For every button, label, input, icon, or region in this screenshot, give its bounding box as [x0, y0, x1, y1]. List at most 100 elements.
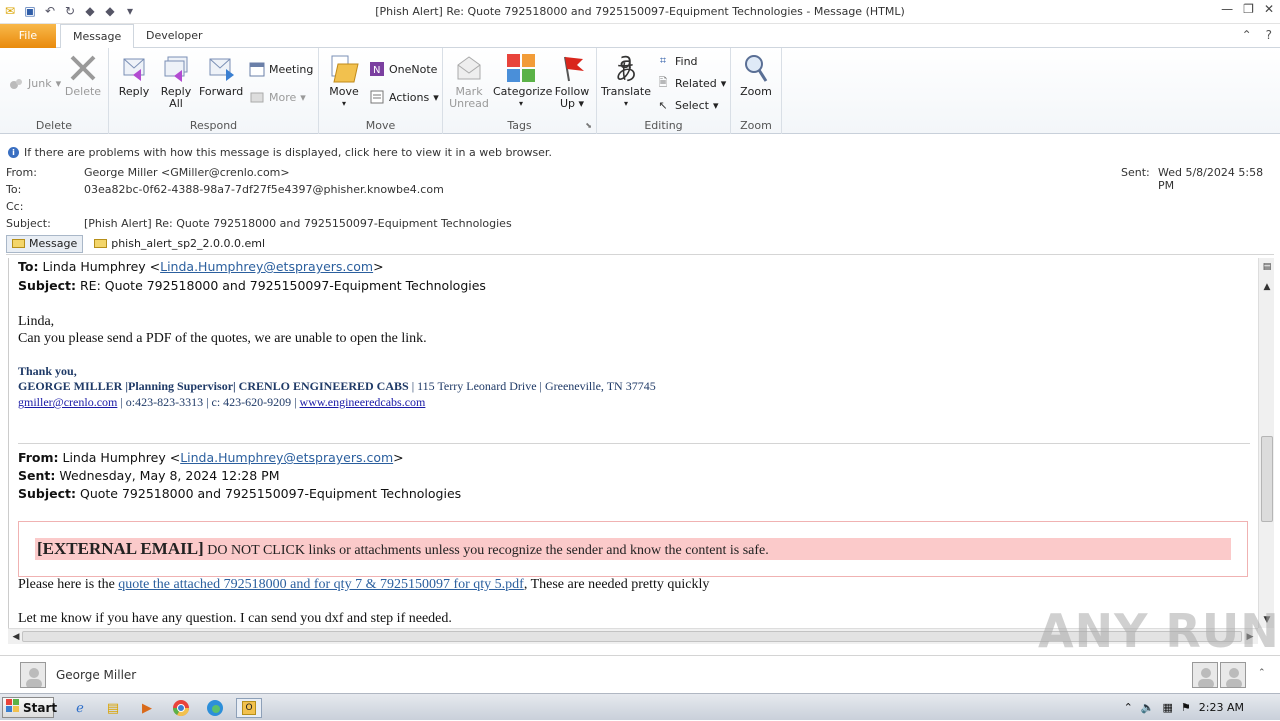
onenote-button[interactable]: N OneNote	[369, 60, 437, 78]
minimize-icon[interactable]: —	[1221, 2, 1233, 16]
title-bar: ✉ ▣ ↶ ↻ ◆ ◆ ▾ [Phish Alert] Re: Quote 79…	[0, 0, 1280, 24]
media-player-icon[interactable]: ▶	[137, 698, 157, 718]
taskbar: Start ℯ ▤ ▶ O ⌃ 🔈 ▦ ⚑ 2:23 AM	[0, 693, 1280, 720]
related-icon: 🗎	[658, 75, 668, 89]
eml-attachment[interactable]: phish_alert_sp2_2.0.0.0.eml	[89, 235, 270, 253]
group-delete: Junk ▾ Delete Delete	[0, 48, 109, 134]
signature-email-link[interactable]: gmiller@crenlo.com	[18, 395, 117, 409]
meeting-button[interactable]: Meeting	[249, 60, 313, 78]
info-bar[interactable]: i If there are problems with how this me…	[0, 144, 1280, 160]
find-button[interactable]: ⌗ Find	[655, 52, 698, 70]
find-binoculars-icon: ⌗	[659, 54, 667, 67]
chrome-icon[interactable]	[171, 698, 191, 718]
action-center-flag-icon[interactable]: ⚑	[1181, 701, 1191, 714]
body-subject-line: Subject: RE: Quote 792518000 and 7925150…	[18, 278, 486, 293]
select-button[interactable]: ↖ Select ▾	[655, 96, 718, 114]
window-controls: — ❐ ✕	[1221, 2, 1274, 16]
reply-icon	[118, 52, 150, 84]
window-title: [Phish Alert] Re: Quote 792518000 and 79…	[375, 5, 905, 18]
group-move: Move ▾ N OneNote Actions ▾ Move	[319, 48, 443, 134]
select-cursor-icon: ↖	[658, 98, 668, 112]
body-to-line: To: Linda Humphrey <Linda.Humphrey@etspr…	[18, 259, 384, 274]
to-value[interactable]: 03ea82bc-0f62-4388-98a7-7df27f5e4397@phi…	[84, 183, 444, 196]
malicious-quote-link[interactable]: quote the attached 792518000 and for qty…	[118, 577, 524, 592]
group-editing: aあ Translate ▾ ⌗ Find 🗎 Related ▾ ↖ Selec…	[597, 48, 731, 134]
mark-unread-button[interactable]: Mark Unread	[449, 52, 489, 110]
vertical-scrollbar[interactable]: ▤ ▲ ▼	[1258, 258, 1274, 628]
volume-icon[interactable]: 🔈	[1141, 701, 1155, 714]
info-icon: i	[8, 146, 19, 158]
signature-thanks: Thank you,	[18, 364, 77, 378]
quote-link-line: Please here is the quote the attached 79…	[18, 577, 710, 592]
scroll-up-icon[interactable]: ▲	[1259, 280, 1275, 294]
more-respond-button[interactable]: More ▾	[249, 88, 306, 106]
tab-developer[interactable]: Developer	[134, 24, 215, 48]
info-bar-text[interactable]: If there are problems with how this mess…	[24, 146, 552, 159]
contact-avatar-2[interactable]	[1220, 662, 1246, 688]
start-button[interactable]: Start	[2, 697, 57, 718]
more-icon	[249, 89, 265, 105]
attachment-bar: Message phish_alert_sp2_2.0.0.0.eml	[6, 233, 1274, 255]
ribbon: Junk ▾ Delete Delete Reply Reply All For…	[0, 48, 1280, 134]
move-button[interactable]: Move ▾	[325, 52, 363, 110]
from-value[interactable]: George Miller <GMiller@crenlo.com>	[84, 166, 290, 179]
outlook-taskbar-icon[interactable]: O	[236, 698, 262, 718]
signature-website-link[interactable]: www.engineeredcabs.com	[300, 395, 426, 409]
group-respond: Reply Reply All Forward Meeting More ▾ R…	[109, 48, 319, 134]
file-explorer-icon[interactable]: ▤	[103, 698, 123, 718]
quoted-sent-line: Sent: Wednesday, May 8, 2024 12:28 PM	[18, 468, 280, 483]
actions-icon	[369, 89, 385, 105]
junk-button[interactable]: Junk ▾	[8, 74, 61, 92]
group-label-move: Move	[365, 119, 396, 132]
translate-button[interactable]: aあ Translate ▾	[601, 49, 651, 110]
expand-people-pane-icon[interactable]: ⌃	[1258, 668, 1266, 678]
translate-icon: aあ	[614, 49, 637, 86]
forward-icon	[205, 52, 237, 84]
system-tray: ⌃ 🔈 ▦ ⚑ 2:23 AM	[1124, 694, 1280, 721]
contact-avatar-1[interactable]	[1192, 662, 1218, 688]
message-attachment-tab[interactable]: Message	[6, 234, 84, 253]
network-icon[interactable]: ▦	[1163, 701, 1173, 714]
restore-icon[interactable]: ❐	[1243, 2, 1254, 16]
signature-line-2: gmiller@crenlo.com | o:423-823-3313 | c:…	[18, 395, 426, 409]
clock[interactable]: 2:23 AM	[1199, 701, 1244, 714]
categorize-button[interactable]: Categorize ▾	[493, 52, 552, 110]
quoted-from-email-link[interactable]: Linda.Humphrey@etsprayers.com	[180, 450, 393, 465]
related-button[interactable]: 🗎 Related ▾	[655, 74, 727, 92]
forward-button[interactable]: Forward	[199, 52, 243, 98]
message-body[interactable]: To: Linda Humphrey <Linda.Humphrey@etspr…	[8, 258, 1258, 628]
collapse-ribbon-icon[interactable]: ⌃	[1242, 28, 1252, 42]
delete-button[interactable]: Delete	[64, 52, 102, 98]
sender-avatar[interactable]	[20, 662, 46, 688]
quoted-separator	[18, 443, 1250, 444]
group-label-respond: Respond	[189, 119, 238, 132]
anyrun-watermark: ANY RUN	[1038, 604, 1280, 658]
group-label-tags: Tags	[507, 119, 532, 132]
from-label: From:	[6, 166, 37, 179]
to-label: To:	[6, 183, 22, 196]
to-email-link[interactable]: Linda.Humphrey@etsprayers.com	[160, 259, 373, 274]
ribbon-tabs: File Message Developer ⌃ ?	[0, 24, 1280, 49]
help-icon[interactable]: ?	[1266, 28, 1272, 42]
people-pane-name[interactable]: George Miller	[56, 668, 136, 682]
close-icon[interactable]: ✕	[1264, 2, 1274, 16]
group-label-zoom: Zoom	[740, 119, 772, 132]
tray-expand-icon[interactable]: ⌃	[1124, 701, 1133, 714]
signature-line-1: GEORGE MILLER |Planning Supervisor| CREN…	[18, 379, 656, 393]
follow-up-button[interactable]: Follow Up ▾	[551, 52, 593, 110]
reply-button[interactable]: Reply	[115, 52, 153, 98]
scroll-options-icon[interactable]: ▤	[1259, 260, 1275, 274]
tab-message[interactable]: Message	[60, 24, 135, 49]
internet-explorer-icon[interactable]: ℯ	[70, 698, 90, 718]
edge-icon[interactable]	[205, 698, 225, 718]
categorize-icon	[505, 52, 537, 84]
tags-dialog-launcher-icon[interactable]: ⬊	[585, 121, 592, 130]
tab-file[interactable]: File	[0, 24, 56, 48]
actions-button[interactable]: Actions ▾	[369, 88, 439, 106]
closing-text: Let me know if you have any question. I …	[18, 611, 452, 626]
quoted-subject-line: Subject: Quote 792518000 and 7925150097-…	[18, 486, 462, 501]
reply-all-button[interactable]: Reply All	[157, 52, 195, 110]
vertical-scroll-thumb[interactable]	[1261, 436, 1273, 522]
zoom-button[interactable]: Zoom	[737, 52, 775, 98]
subject-label: Subject:	[6, 217, 51, 230]
